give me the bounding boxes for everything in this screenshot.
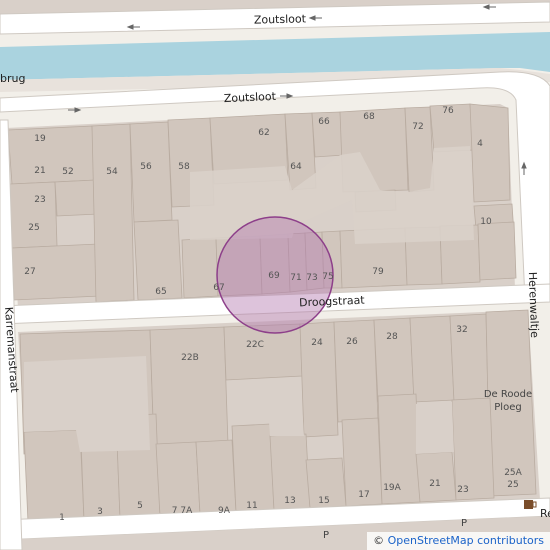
house-number: 10 [480, 217, 492, 227]
house-number: 68 [363, 112, 375, 122]
house-number: 23 [457, 485, 468, 495]
house-number: 22C [246, 340, 264, 350]
house-number: 24 [311, 338, 323, 348]
house-number: 1 [59, 513, 65, 523]
house-number: 22B [181, 353, 199, 363]
map-attribution: © OpenStreetMap contributors [367, 532, 550, 550]
house-number: 75 [322, 272, 333, 282]
house-number: 11 [246, 501, 257, 511]
house-number: 76 [442, 106, 454, 116]
house-number: 25A [504, 468, 522, 478]
house-number: 58 [178, 162, 190, 172]
house-number: 21 [34, 166, 45, 176]
south-courtyard-3 [416, 402, 454, 454]
south-courtyard-2 [266, 378, 304, 436]
house-number: 52 [62, 167, 73, 177]
house-number: 62 [258, 128, 269, 138]
house-number: 26 [346, 337, 358, 347]
openstreetmap-link[interactable]: OpenStreetMap contributors [388, 534, 544, 547]
house-number: 23 [34, 195, 45, 205]
street-label-zoutsloot-mid: Zoutsloot [224, 90, 277, 105]
street-label-re: Re [540, 507, 550, 520]
house-number: 69 [268, 271, 280, 281]
house-number: 71 [290, 273, 301, 283]
house-number: 72 [412, 122, 423, 132]
house-number: 9A [218, 506, 231, 516]
copyright-symbol: © [373, 534, 385, 547]
house-number: 17 [358, 490, 369, 500]
house-number: 27 [24, 267, 35, 277]
house-number: 13 [284, 496, 295, 506]
house-number: 25 [507, 480, 518, 490]
street-label-brug: brug [0, 72, 25, 85]
poi-de-roode: De Roode [484, 389, 532, 400]
house-number: 25 [28, 223, 39, 233]
house-number: 15 [318, 496, 329, 506]
house-number: 67 [213, 283, 224, 293]
house-number: 32 [456, 325, 467, 335]
house-number: 19A [383, 483, 401, 493]
house-number: 79 [372, 267, 384, 277]
house-number: 56 [140, 162, 152, 172]
house-number: 4 [477, 139, 483, 149]
house-number: 3 [97, 507, 103, 517]
house-number: 5 [137, 501, 143, 511]
house-number: 19 [34, 134, 46, 144]
svg-text:P: P [323, 530, 329, 541]
svg-text:P: P [461, 518, 467, 529]
house-number: 21 [429, 479, 440, 489]
house-number: 28 [386, 332, 398, 342]
street-label-zoutsloot-top: Zoutsloot [254, 12, 307, 26]
house-number: 73 [306, 273, 317, 283]
parking-icon-2[interactable]: P [461, 518, 467, 529]
map-canvas[interactable]: Zoutsloot Zoutsloot Droogstraat Herenwal… [0, 0, 550, 550]
house-number: 7 7A [172, 506, 193, 516]
house-number: 54 [106, 167, 118, 177]
house-number: 66 [318, 117, 330, 127]
parking-icon[interactable]: P [323, 530, 329, 541]
street-label-droogstraat: Droogstraat [299, 294, 366, 310]
house-number: 65 [155, 287, 166, 297]
house-number: 64 [290, 162, 302, 172]
street-label-herenwaltje: Herenwaltje [526, 272, 541, 339]
poi-ploeg: Ploeg [494, 402, 521, 413]
